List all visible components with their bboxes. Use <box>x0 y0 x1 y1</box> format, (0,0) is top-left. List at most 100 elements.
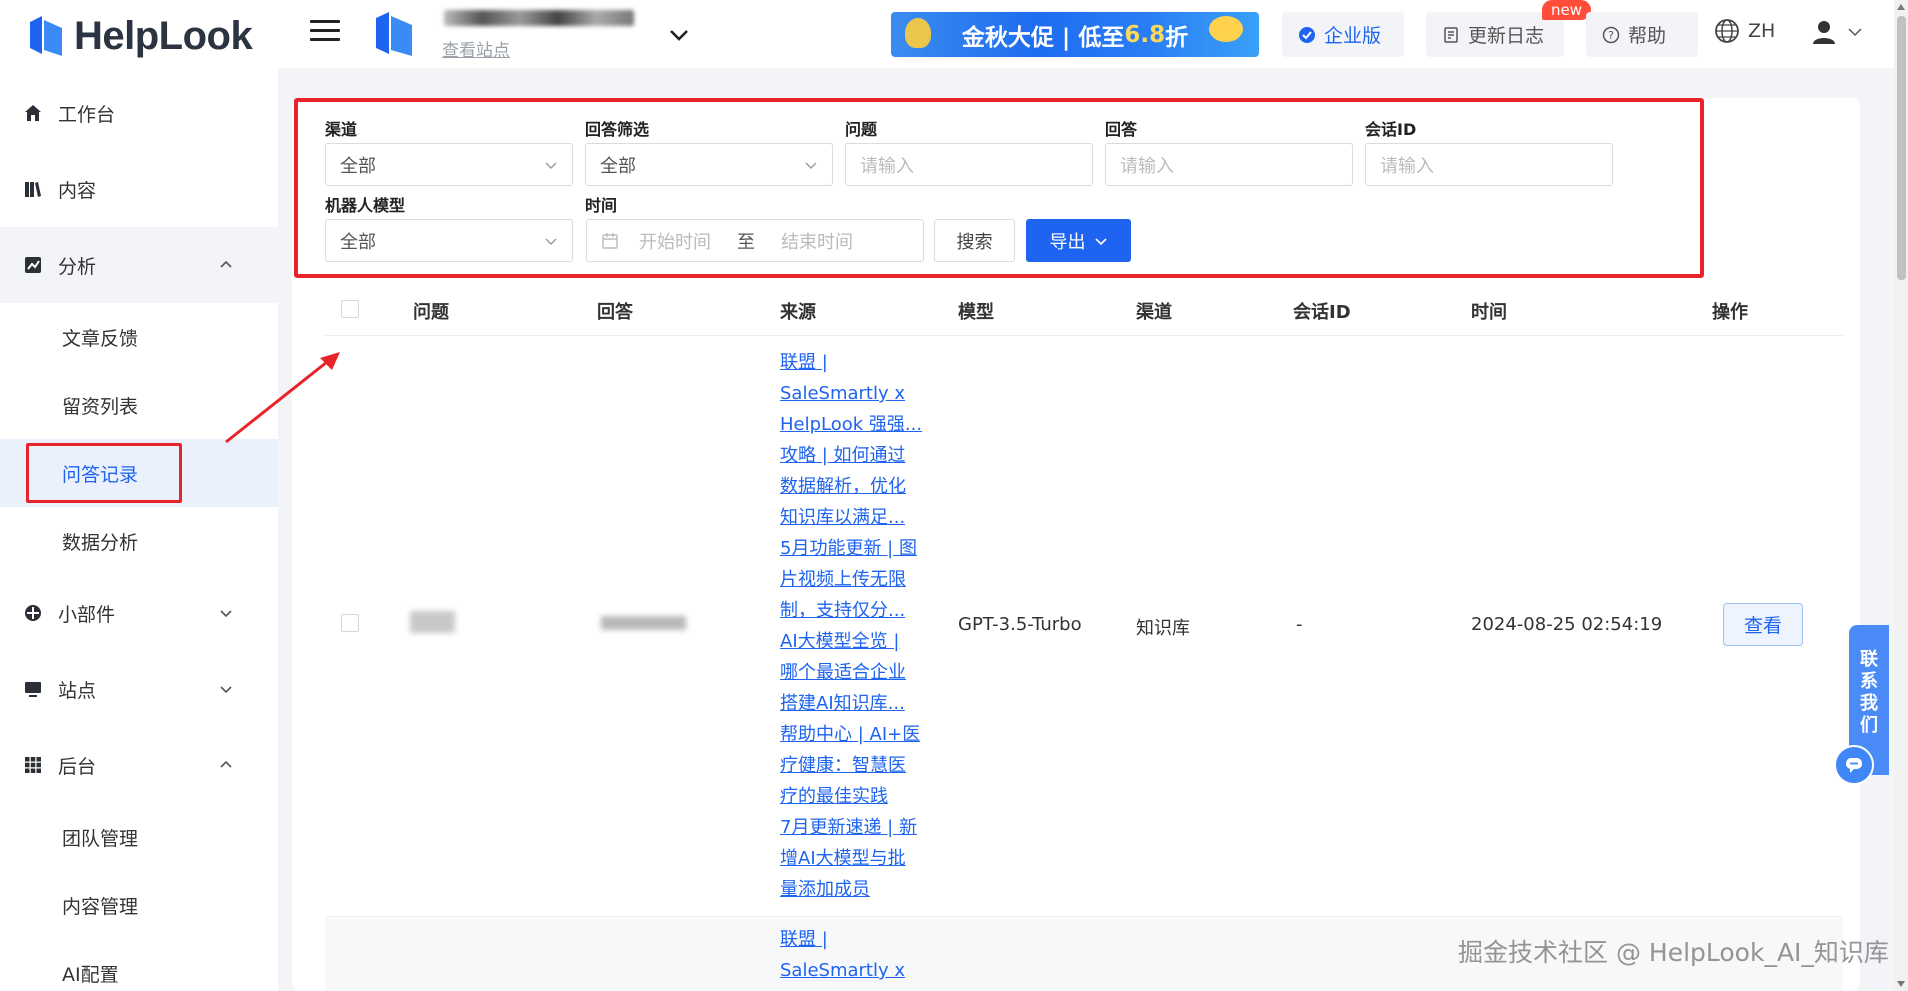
answer-placeholder: 请输入 <box>1120 155 1174 177</box>
answer-input[interactable]: 请输入 <box>1105 143 1353 186</box>
source-link[interactable]: 制，支持仅分... <box>780 595 930 626</box>
search-button[interactable]: 搜索 <box>934 219 1015 262</box>
top-header: 查看站点 金秋大促 | 低至 6.8 折 企业版 更新日志 new ? 帮助 Z… <box>278 0 1894 68</box>
site-name-redacted <box>444 10 634 26</box>
page-scrollbar[interactable] <box>1894 0 1908 991</box>
sidebar-item-content-management[interactable]: 内容管理 <box>0 871 278 939</box>
source-link[interactable]: 量添加成员 <box>780 874 930 905</box>
sidebar-item-data-analysis[interactable]: 数据分析 <box>0 507 278 575</box>
start-time-placeholder[interactable]: 开始时间 <box>639 228 711 254</box>
menu-toggle-icon[interactable] <box>310 20 340 46</box>
source-link[interactable]: 攻略 | 如何通过 <box>780 440 930 471</box>
source-link[interactable]: 疗的最佳实践 <box>780 781 930 812</box>
sidebar-item-label: 分析 <box>58 255 97 278</box>
sidebar-item-workbench[interactable]: 工作台 <box>0 75 278 151</box>
chevron-down-icon <box>220 610 232 618</box>
scroll-thumb[interactable] <box>1897 16 1906 280</box>
chevron-down-icon <box>220 686 232 694</box>
select-all-checkbox[interactable] <box>341 300 359 318</box>
chevron-down-icon <box>1094 237 1107 245</box>
enterprise-button[interactable]: 企业版 <box>1282 12 1404 57</box>
source-links: 联盟 | SaleSmartly x HelpLook 强强... 攻略 | 如… <box>780 347 930 905</box>
source-link[interactable]: 增AI大模型与批 <box>780 843 930 874</box>
search-button-label: 搜索 <box>956 231 993 253</box>
source-link[interactable]: 片视频上传无限 <box>780 564 930 595</box>
table-row: 联盟 | SaleSmartly x HelpLook 强强... 攻略 | 如… <box>325 337 1843 917</box>
help-circle-icon: ? <box>1602 26 1620 43</box>
view-site-link[interactable]: 查看站点 <box>442 36 510 61</box>
grid-icon <box>22 754 44 776</box>
cell-model: GPT-3.5-Turbo <box>958 614 1082 635</box>
source-link[interactable]: 搭建AI知识库... <box>780 688 930 719</box>
chevron-up-icon <box>220 260 232 268</box>
sidebar-item-widgets[interactable]: 小部件 <box>0 575 278 651</box>
channel-label: 渠道 <box>325 120 358 139</box>
view-button[interactable]: 查看 <box>1723 603 1803 646</box>
source-link[interactable]: 5月功能更新 | 图 <box>780 533 930 564</box>
promo-banner[interactable]: 金秋大促 | 低至 6.8 折 <box>891 12 1259 57</box>
chart-line-icon <box>22 254 44 276</box>
contact-us-label: 联系我们 <box>1860 649 1878 736</box>
session-id-input[interactable]: 请输入 <box>1365 143 1613 186</box>
source-link[interactable]: SaleSmartly x <box>780 955 930 986</box>
source-link[interactable]: 数据解析，优化 <box>780 471 930 502</box>
question-placeholder: 请输入 <box>860 155 914 177</box>
sidebar-item-qa-records[interactable]: 问答记录 <box>0 439 278 507</box>
row-checkbox[interactable] <box>341 614 359 632</box>
sidebar-item-team-management[interactable]: 团队管理 <box>0 803 278 871</box>
question-redacted <box>410 611 455 633</box>
sidebar-item-content[interactable]: 内容 <box>0 151 278 227</box>
language-switcher[interactable]: ZH <box>1714 18 1775 44</box>
chat-bubble-icon[interactable] <box>1834 745 1874 785</box>
calendar-icon <box>602 232 618 249</box>
source-link[interactable]: HelpLook 强强... <box>780 409 930 440</box>
source-link[interactable]: SaleSmartly x <box>780 378 930 409</box>
app-logo-text: HelpLook <box>74 13 253 58</box>
channel-select[interactable]: 全部 <box>325 143 573 186</box>
sidebar-item-analysis[interactable]: 分析 <box>0 227 278 303</box>
help-label: 帮助 <box>1628 25 1667 47</box>
column-source: 来源 <box>780 302 816 323</box>
watermark: 掘金技术社区 @ HelpLook_AI_知识库 <box>1458 938 1889 967</box>
source-link[interactable]: 7月更新速递 | 新 <box>780 812 930 843</box>
source-link[interactable]: 帮助中心 | AI+医 <box>780 719 930 750</box>
app-logo[interactable]: HelpLook <box>28 8 253 64</box>
date-range-picker[interactable]: 开始时间 至 结束时间 <box>586 219 924 262</box>
source-link[interactable]: AI大模型全览 | <box>780 626 930 657</box>
promo-text: 金秋大促 | 低至 <box>961 24 1125 51</box>
sidebar-nav: 工作台 内容 分析 文章反馈 留资列表 问答记录 数据分析 小部件 站点 后台 … <box>0 75 278 991</box>
site-logo-icon <box>376 12 412 56</box>
chevron-down-icon[interactable] <box>666 22 692 48</box>
source-link[interactable]: 联盟 | <box>780 924 930 955</box>
promo-decoration-icon <box>905 18 931 48</box>
scroll-down-icon[interactable] <box>1897 981 1905 987</box>
promo-price: 6.8 <box>1124 21 1166 48</box>
sidebar-item-label: 内容 <box>58 179 97 202</box>
chevron-down-icon <box>545 238 557 245</box>
sidebar-item-site[interactable]: 站点 <box>0 651 278 727</box>
check-circle-icon <box>1299 26 1315 43</box>
help-button[interactable]: ? 帮助 <box>1586 12 1698 57</box>
column-session-id: 会话ID <box>1293 302 1351 323</box>
robot-model-select[interactable]: 全部 <box>325 219 573 262</box>
scroll-up-icon[interactable] <box>1897 4 1905 10</box>
annotation-arrow <box>225 352 340 444</box>
sidebar-item-label: 数据分析 <box>62 531 139 554</box>
end-time-placeholder[interactable]: 结束时间 <box>781 228 853 254</box>
source-link[interactable]: 疗健康：智慧医 <box>780 750 930 781</box>
question-input[interactable]: 请输入 <box>845 143 1093 186</box>
export-button[interactable]: 导出 <box>1026 219 1131 262</box>
source-link[interactable]: 哪个最适合企业 <box>780 657 930 688</box>
view-button-label: 查看 <box>1743 615 1782 637</box>
sidebar-item-ai-config[interactable]: AI配置 <box>0 939 278 991</box>
session-id-label: 会话ID <box>1365 120 1417 139</box>
source-links: 联盟 | SaleSmartly x <box>780 924 930 986</box>
answer-filter-select[interactable]: 全部 <box>585 143 833 186</box>
sidebar-item-backend[interactable]: 后台 <box>0 727 278 803</box>
source-link[interactable]: 知识库以满足... <box>780 502 930 533</box>
chevron-up-icon <box>220 760 232 768</box>
source-link[interactable]: 联盟 | <box>780 347 930 378</box>
user-menu[interactable] <box>1810 18 1864 46</box>
column-question: 问题 <box>413 302 449 323</box>
helplook-logo-icon <box>30 16 62 56</box>
